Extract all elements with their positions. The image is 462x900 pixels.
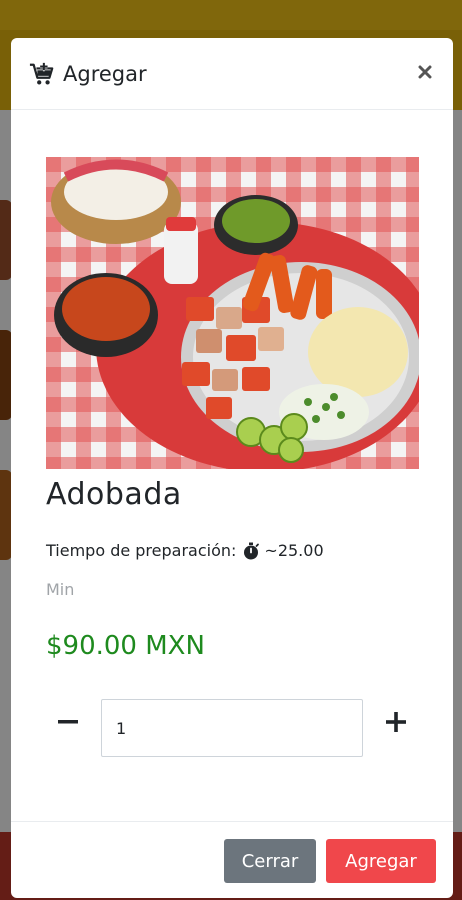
product-name: Adobada bbox=[46, 477, 182, 512]
modal-title: Agregar bbox=[63, 61, 147, 86]
increase-quantity-button[interactable] bbox=[381, 707, 411, 737]
modal-body: Adobada Tiempo de preparación: ~25.00 Mi… bbox=[11, 111, 453, 821]
prep-time-value: ~25.00 bbox=[264, 541, 324, 560]
add-to-cart-modal: Agregar Adobada Tiempo de preparación: ~… bbox=[11, 38, 453, 898]
modal-footer: Cerrar Agregar bbox=[11, 821, 453, 898]
cart-plus-icon bbox=[29, 62, 54, 84]
prep-time-unit: Min bbox=[46, 580, 75, 599]
plus-icon bbox=[386, 712, 406, 732]
food-photo-illustration bbox=[46, 157, 419, 469]
add-to-cart-button[interactable]: Agregar bbox=[326, 839, 436, 883]
decrease-quantity-button[interactable] bbox=[53, 707, 83, 737]
close-icon bbox=[418, 65, 432, 79]
prep-time: Tiempo de preparación: ~25.00 bbox=[46, 541, 324, 560]
product-price: $90.00 MXN bbox=[46, 631, 205, 661]
modal-header: Agregar bbox=[11, 38, 453, 110]
minus-icon bbox=[58, 720, 78, 724]
food-photo bbox=[46, 157, 419, 469]
close-button[interactable] bbox=[413, 60, 437, 84]
stopwatch-icon bbox=[244, 542, 260, 559]
close-modal-button[interactable]: Cerrar bbox=[224, 839, 316, 883]
quantity-input[interactable] bbox=[101, 699, 363, 757]
prep-time-label: Tiempo de preparación: bbox=[46, 541, 237, 560]
